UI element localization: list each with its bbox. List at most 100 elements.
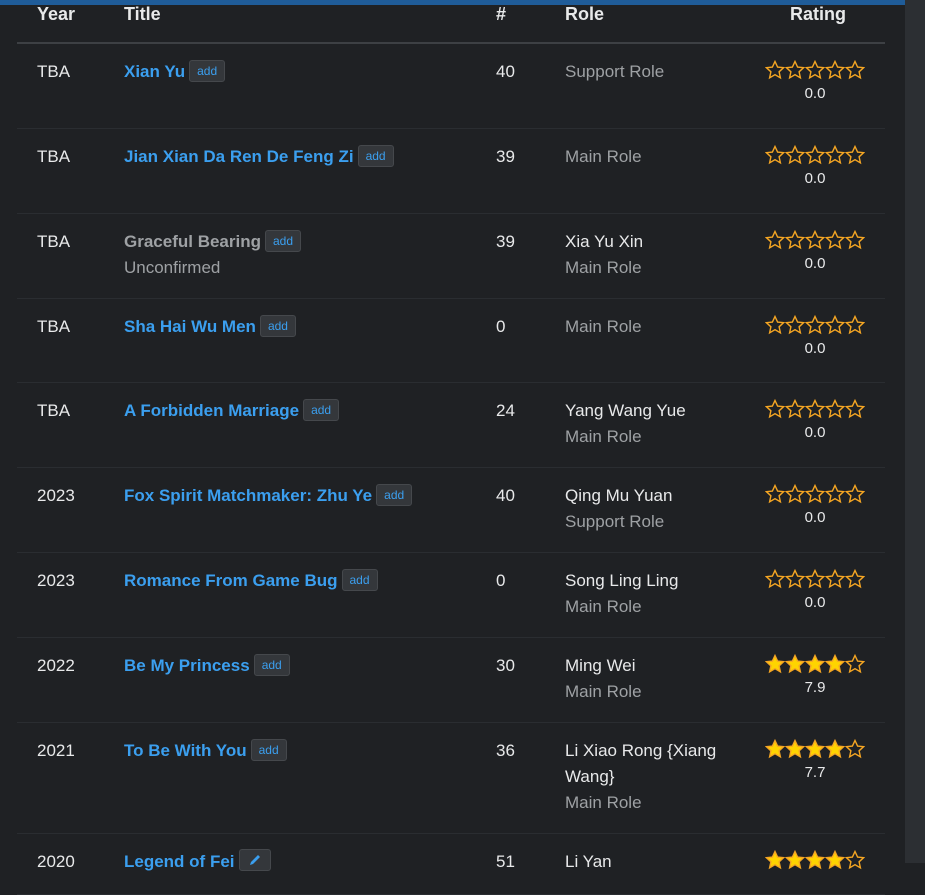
star-icon: [765, 399, 786, 419]
add-button[interactable]: add: [357, 145, 394, 167]
table-row: TBA Sha Hai Wu Men add 0 Main Role 0.0: [17, 299, 885, 383]
title-link[interactable]: Be My Princess: [124, 656, 250, 675]
star-icon: [844, 739, 865, 759]
role-cell: Li Xiao Rong {Xiang Wang} Main Role: [565, 738, 735, 816]
edit-button[interactable]: [238, 849, 271, 871]
star-icon: [804, 654, 826, 674]
rating-stars-icon[interactable]: [765, 399, 865, 419]
title-link[interactable]: Sha Hai Wu Men: [124, 317, 256, 336]
filmography-table: Year Title # Role Rating TBA Xian Yu add 40…: [17, 0, 885, 895]
role-cell: Main Role: [565, 314, 735, 340]
header-rating[interactable]: Rating: [790, 4, 846, 25]
role-cell: Song Ling Ling Main Role: [565, 568, 735, 620]
rating-score: 0.0: [804, 340, 826, 357]
role-cell: Ming Wei Main Role: [565, 653, 735, 705]
rating-stars-icon[interactable]: [765, 850, 865, 870]
star-icon: [844, 145, 865, 165]
role-type: Main Role: [565, 597, 642, 616]
add-button[interactable]: add: [265, 230, 302, 252]
role-type: Main Role: [565, 147, 642, 166]
episodes-cell: 39: [496, 232, 515, 251]
rating-cell: 7.7: [765, 739, 865, 783]
scrollbar-track[interactable]: [905, 0, 925, 863]
title-link[interactable]: A Forbidden Marriage: [124, 401, 299, 420]
star-icon: [804, 60, 826, 80]
header-episodes[interactable]: #: [496, 4, 506, 25]
rating-stars-icon[interactable]: [765, 315, 865, 335]
star-icon: [784, 145, 806, 165]
table-row: 2021 To Be With You add 36 Li Xiao Rong {Xia…: [17, 723, 885, 834]
title-cell: Jian Xian Da Ren De Feng Zi add: [124, 144, 474, 170]
year-cell: TBA: [37, 401, 71, 420]
episodes-cell: 40: [496, 486, 515, 505]
episodes-cell: 39: [496, 147, 515, 166]
rating-stars-icon[interactable]: [765, 145, 865, 165]
rating-stars-icon[interactable]: [765, 739, 865, 759]
star-icon: [784, 739, 806, 759]
header-role[interactable]: Role: [565, 4, 604, 25]
episodes-cell: 0: [496, 571, 506, 590]
add-button[interactable]: add: [303, 399, 340, 421]
add-button[interactable]: add: [376, 484, 413, 506]
star-icon: [824, 399, 846, 419]
star-icon: [804, 145, 826, 165]
episodes-cell: 51: [496, 852, 515, 871]
year-cell: TBA: [37, 232, 71, 251]
role-cell: Yang Wang Yue Main Role: [565, 398, 735, 450]
star-icon: [844, 399, 865, 419]
star-icon: [824, 484, 846, 504]
year-cell: 2022: [37, 656, 75, 675]
rating-stars-icon[interactable]: [765, 60, 865, 80]
star-icon: [804, 850, 826, 870]
add-button[interactable]: add: [253, 654, 290, 676]
star-icon: [765, 484, 786, 504]
year-cell: 2023: [37, 571, 75, 590]
rating-cell: 0.0: [765, 569, 865, 613]
star-icon: [844, 569, 865, 589]
title-link[interactable]: Legend of Fei: [124, 852, 235, 871]
star-icon: [765, 145, 786, 165]
star-icon: [824, 654, 846, 674]
star-icon: [824, 145, 846, 165]
star-icon: [844, 654, 865, 674]
character-name: Song Ling Ling: [565, 571, 679, 590]
star-icon: [765, 315, 786, 335]
add-button[interactable]: add: [341, 569, 378, 591]
header-title[interactable]: Title: [124, 4, 161, 25]
star-icon: [784, 399, 806, 419]
star-icon: [824, 569, 846, 589]
star-icon: [824, 60, 846, 80]
character-name: Qing Mu Yuan: [565, 486, 673, 505]
table-row: 2023 Fox Spirit Matchmaker: Zhu Ye add 40 Qi…: [17, 468, 885, 553]
add-button[interactable]: add: [189, 60, 226, 82]
episodes-cell: 24: [496, 401, 515, 420]
title-cell: Romance From Game Bug add: [124, 568, 474, 594]
character-name: Yang Wang Yue: [565, 401, 686, 420]
star-icon: [804, 739, 826, 759]
star-icon: [824, 850, 846, 870]
title-link[interactable]: Xian Yu: [124, 62, 185, 81]
star-icon: [844, 850, 865, 870]
rating-cell: 0.0: [765, 399, 865, 443]
title-link[interactable]: Jian Xian Da Ren De Feng Zi: [124, 147, 354, 166]
rating-cell: 0.0: [765, 145, 865, 189]
role-cell: Support Role: [565, 59, 735, 85]
year-cell: TBA: [37, 62, 71, 81]
title-link[interactable]: Romance From Game Bug: [124, 571, 338, 590]
year-cell: TBA: [37, 317, 71, 336]
rating-score: 0.0: [804, 424, 826, 441]
add-button[interactable]: add: [250, 739, 287, 761]
rating-stars-icon[interactable]: [765, 484, 865, 504]
rating-stars-icon[interactable]: [765, 569, 865, 589]
rating-stars-icon[interactable]: [765, 654, 865, 674]
star-icon: [784, 60, 806, 80]
rating-cell: [765, 850, 865, 872]
star-icon: [804, 230, 826, 250]
add-button[interactable]: add: [259, 315, 296, 337]
title-link[interactable]: Fox Spirit Matchmaker: Zhu Ye: [124, 486, 372, 505]
header-year[interactable]: Year: [37, 4, 75, 25]
rating-stars-icon[interactable]: [765, 230, 865, 250]
title-link[interactable]: To Be With You: [124, 741, 247, 760]
star-icon: [824, 739, 846, 759]
table-row: 2020 Legend of Fei 51 Li Yan: [17, 834, 885, 895]
